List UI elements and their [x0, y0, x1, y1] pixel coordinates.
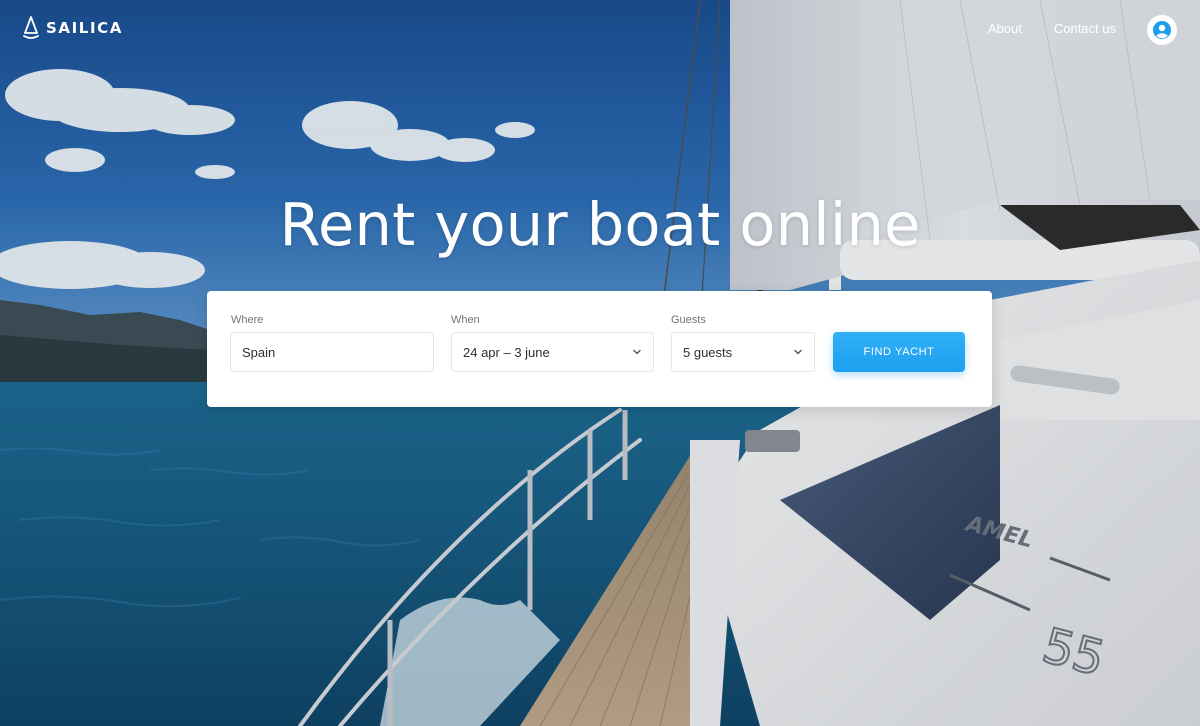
hero-headline: Rent your boat online [279, 190, 921, 259]
yacht-search-form: Where When 24 apr – 3 june Guests 5 gues… [207, 291, 992, 407]
brand-logo[interactable]: SAILICA [22, 16, 123, 40]
when-select[interactable]: 24 apr – 3 june [451, 332, 654, 372]
guests-value: 5 guests [683, 344, 733, 360]
main-nav: About Contact us [988, 21, 1116, 36]
chevron-down-icon [633, 349, 641, 355]
find-yacht-button[interactable]: FIND YACHT [833, 332, 965, 372]
user-avatar-icon [1153, 21, 1171, 39]
nav-link-about[interactable]: About [988, 21, 1022, 36]
guests-select[interactable]: 5 guests [671, 332, 815, 372]
where-field[interactable] [230, 332, 434, 372]
user-avatar-button[interactable] [1147, 15, 1177, 45]
when-value: 24 apr – 3 june [463, 344, 550, 360]
brand-name: SAILICA [46, 19, 123, 37]
hero-background: AMEL 55 SAILICA About Contact us Rent yo… [0, 0, 1200, 726]
where-input[interactable] [242, 344, 422, 360]
nav-link-contact[interactable]: Contact us [1054, 21, 1116, 36]
top-navigation: SAILICA About Contact us [0, 0, 1200, 60]
chevron-down-icon [794, 349, 802, 355]
where-label: Where [231, 314, 264, 326]
sail-logo-icon [23, 16, 39, 39]
guests-label: Guests [671, 314, 706, 326]
when-label: When [451, 314, 480, 326]
